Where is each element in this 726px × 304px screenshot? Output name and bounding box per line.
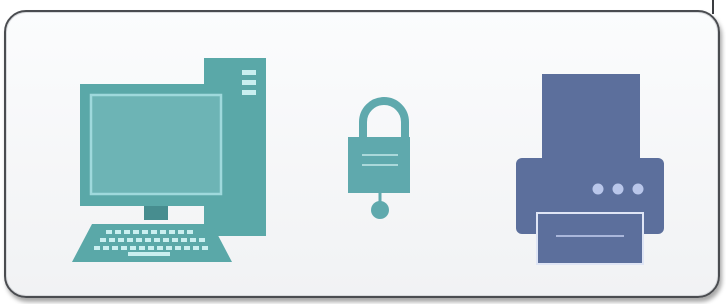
keyboard-key [181, 238, 187, 242]
keyboard-key [166, 246, 172, 250]
printer-button-1 [592, 183, 604, 195]
keyboard-key [199, 238, 205, 242]
keyboard-key [175, 246, 181, 250]
keyboard-key [109, 238, 115, 242]
keyboard-key [172, 238, 178, 242]
keyboard-key [133, 230, 139, 234]
keyboard-key [115, 230, 121, 234]
keyboard-key [142, 230, 148, 234]
keyboard-key [202, 246, 208, 250]
keyboard-key [193, 246, 199, 250]
keyboard-key [124, 230, 130, 234]
keyboard-key [163, 238, 169, 242]
keyboard-key [151, 230, 157, 234]
printer-paper-tray [536, 212, 644, 265]
keyboard-key [106, 230, 112, 234]
tower-slot-2 [242, 80, 256, 85]
keyboard-key [103, 246, 109, 250]
keyboard-key [190, 238, 196, 242]
keyboard-key [121, 246, 127, 250]
keyboard-key [178, 230, 184, 234]
keyboard-key [118, 238, 124, 242]
keyboard-key [154, 238, 160, 242]
tower-slot-3 [242, 90, 256, 95]
padlock-keyhole-dot [371, 201, 389, 219]
keyboard-key [187, 230, 193, 234]
illustration-stage [0, 0, 726, 304]
keyboard-key [157, 246, 163, 250]
keyboard-key [136, 238, 142, 242]
keyboard [72, 224, 232, 262]
desktop-computer-icon [72, 58, 266, 262]
illustration-canvas [72, 58, 664, 265]
monitor-screen [89, 93, 223, 196]
keyboard-key [130, 246, 136, 250]
tower-slot-1 [242, 70, 256, 75]
keyboard-key [169, 230, 175, 234]
monitor-stand [144, 206, 168, 220]
padlock-icon [348, 97, 410, 219]
keyboard-key [100, 238, 106, 242]
padlock-shackle [359, 97, 409, 138]
printer-button-3 [632, 183, 644, 195]
keyboard-key [160, 230, 166, 234]
keyboard-key [145, 238, 151, 242]
keyboard-spacebar [128, 252, 170, 256]
keyboard-key [94, 246, 100, 250]
printer-paper-top [542, 74, 640, 164]
keyboard-key [148, 246, 154, 250]
printer-button-2 [612, 183, 624, 195]
keyboard-key [112, 246, 118, 250]
keyboard-key [139, 246, 145, 250]
keyboard-key [184, 246, 190, 250]
printer-icon [516, 74, 664, 265]
keyboard-key [127, 238, 133, 242]
